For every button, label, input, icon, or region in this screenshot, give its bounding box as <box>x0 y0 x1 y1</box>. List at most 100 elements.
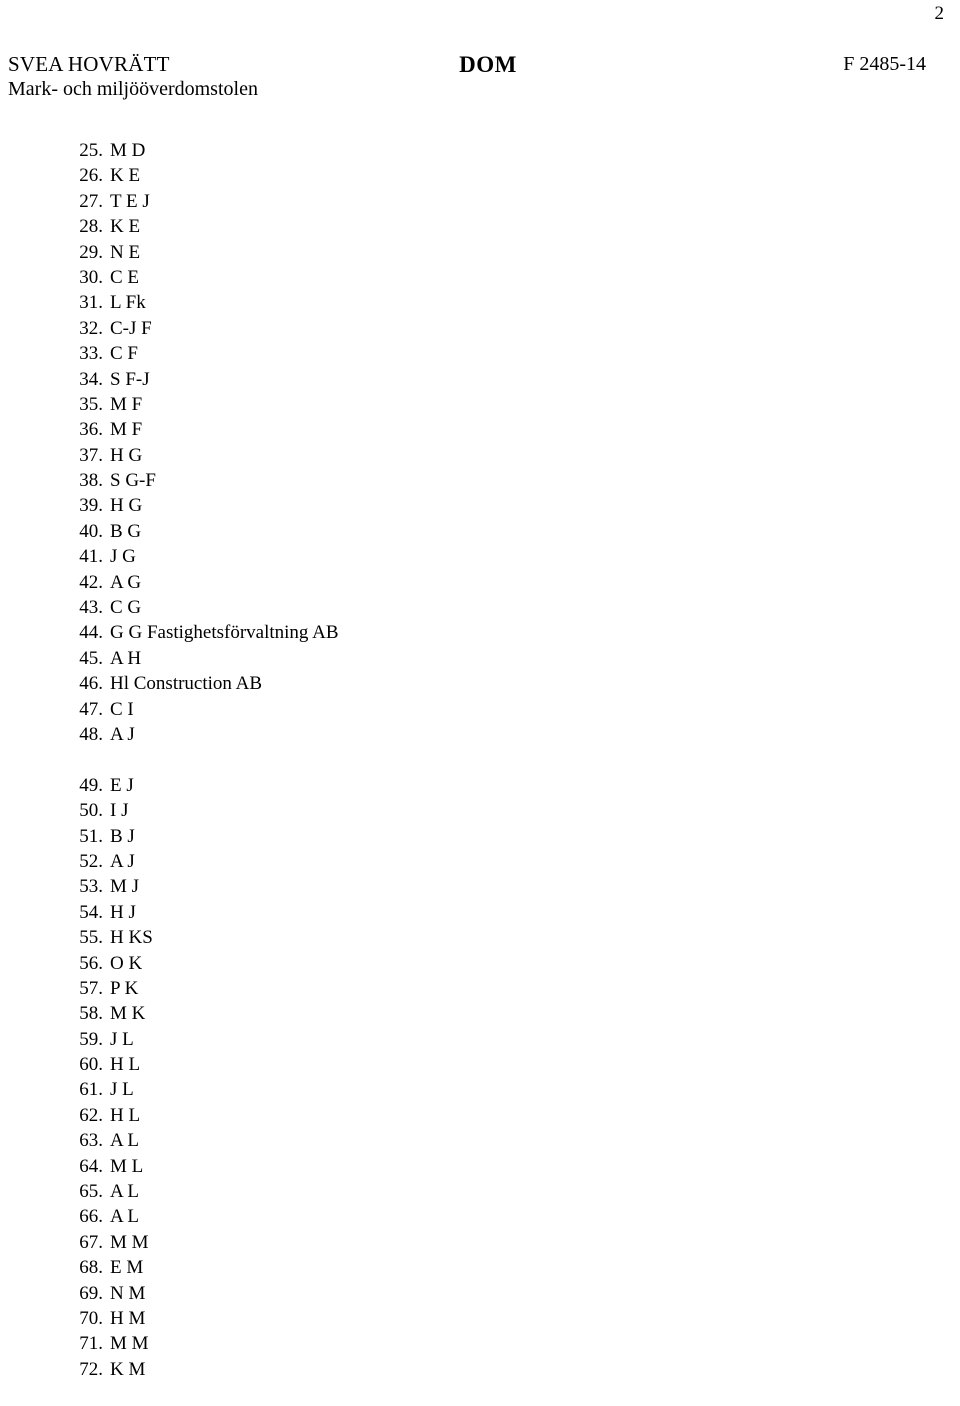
party-list-item: 46. Hl Construction AB <box>0 671 960 696</box>
party-item-name: M D <box>110 140 146 161</box>
party-item-name: K E <box>110 165 141 187</box>
party-list-item: 53. M J <box>0 874 960 899</box>
party-item-name: A L <box>110 1206 140 1228</box>
party-list-item: 67. M M <box>0 1230 960 1255</box>
party-item-number: 25. <box>79 140 103 161</box>
party-item-number: 53. <box>79 876 103 898</box>
party-item-number: 32. <box>79 317 103 339</box>
party-list-item: 52. A J <box>0 849 960 874</box>
party-item-name: K E <box>110 216 141 238</box>
party-item-number: 30. <box>79 266 103 288</box>
party-list-item: 58. M K <box>0 1001 960 1026</box>
party-list-item: 39. H G <box>0 493 960 518</box>
party-item-name: S F-J <box>110 368 150 390</box>
party-item-name: T E J <box>110 190 150 212</box>
party-list-item: 44. G G Fastighetsförvaltning AB <box>0 620 960 645</box>
party-item-name: I J <box>110 800 129 822</box>
party-item-name: B G <box>110 520 142 542</box>
party-item-number: 39. <box>79 495 103 517</box>
party-item-number: 57. <box>79 977 103 999</box>
party-item-name: N E <box>110 241 141 263</box>
party-list-item: 72. K M <box>0 1357 960 1382</box>
party-item-name: B J <box>110 825 135 847</box>
party-item-name: H KS <box>110 927 153 949</box>
party-list-item: 26. K E <box>0 163 960 188</box>
party-item-name: C-J F <box>110 317 152 339</box>
document-header: SVEA HOVRÄTT Mark- och miljööverdomstole… <box>0 52 960 108</box>
party-item-number: 68. <box>79 1257 103 1279</box>
party-item-number: 33. <box>79 343 103 365</box>
party-list-item: 66. A L <box>0 1204 960 1229</box>
party-item-number: 60. <box>79 1054 103 1076</box>
party-item-name: A G <box>110 571 142 593</box>
party-item-number: 63. <box>79 1130 103 1152</box>
party-list-item: 57. P K <box>0 976 960 1001</box>
party-list-item: 48. A J <box>0 722 960 747</box>
party-list-item: 60. H L <box>0 1052 960 1077</box>
party-item-number: 35. <box>79 393 103 415</box>
party-item-name: H G <box>110 444 143 466</box>
party-list-item: 34. S F-J <box>0 367 960 392</box>
party-list-item: 47. C I <box>0 697 960 722</box>
party-item-name: J L <box>110 1028 134 1050</box>
party-item-name: O K <box>110 952 143 974</box>
party-item-name: A L <box>110 1130 140 1152</box>
party-item-name: M F <box>110 393 143 415</box>
party-item-number: 72. <box>79 1358 103 1380</box>
party-list: 25. M D 26. K E 27. T E J 28. K E 29. N E 30. C E 31… <box>0 138 960 1382</box>
party-list-item: 45. A H <box>0 646 960 671</box>
party-item-name: H M <box>110 1307 146 1329</box>
party-list-item: 31. L Fk <box>0 290 960 315</box>
party-item-name: A L <box>110 1181 140 1203</box>
party-item-number: 42. <box>79 571 103 593</box>
party-item-number: 41. <box>79 546 103 568</box>
party-item-number: 66. <box>79 1206 103 1228</box>
court-division: Mark- och miljööverdomstolen <box>8 78 258 100</box>
party-item-number: 69. <box>79 1282 103 1304</box>
page-number: 2 <box>934 3 945 24</box>
party-item-name: Hl Construction AB <box>110 673 263 695</box>
party-item-number: 62. <box>79 1104 103 1126</box>
party-item-name: G G Fastighetsförvaltning AB <box>110 622 339 644</box>
party-list-item: 70. H M <box>0 1306 960 1331</box>
party-item-number: 50. <box>79 800 103 822</box>
party-list-item: 35. M F <box>0 392 960 417</box>
party-item-name: C F <box>110 343 138 365</box>
party-item-number: 65. <box>79 1181 103 1203</box>
party-item-number: 40. <box>79 520 103 542</box>
party-list-item: 43. C G <box>0 595 960 620</box>
party-list-item: 29. N E <box>0 240 960 265</box>
party-list-item: 33. C F <box>0 341 960 366</box>
party-item-number: 59. <box>79 1028 103 1050</box>
party-list-item: 42. A G <box>0 570 960 595</box>
party-list-item: 38. S G-F <box>0 468 960 493</box>
party-item-name: A J <box>110 723 135 745</box>
party-list-item: 56. O K <box>0 951 960 976</box>
party-list-item: 30. C E <box>0 265 960 290</box>
party-item-number: 26. <box>79 165 103 187</box>
party-item-name: H G <box>110 495 143 517</box>
party-item-name: C E <box>110 266 140 288</box>
party-item-number: 28. <box>79 216 103 238</box>
party-item-number: 71. <box>79 1333 103 1355</box>
party-item-number: 56. <box>79 952 103 974</box>
party-list-item: 69. N M <box>0 1281 960 1306</box>
case-number: F 2485-14 <box>843 53 926 75</box>
party-item-name: H L <box>110 1104 141 1126</box>
party-item-name: M M <box>110 1333 149 1355</box>
court-name: SVEA HOVRÄTT <box>8 52 170 76</box>
party-item-number: 70. <box>79 1307 103 1329</box>
party-item-number: 47. <box>79 698 103 720</box>
party-list-item: 65. A L <box>0 1179 960 1204</box>
party-item-number: 37. <box>79 444 103 466</box>
party-item-name: E J <box>110 774 134 796</box>
party-item-number: 51. <box>79 825 103 847</box>
party-item-name: C G <box>110 597 142 619</box>
party-item-number: 34. <box>79 368 103 390</box>
party-item-name: M L <box>110 1155 144 1177</box>
party-list-item: 32. C-J F <box>0 316 960 341</box>
party-item-name: M J <box>110 876 140 898</box>
party-item-name: J L <box>110 1079 134 1101</box>
party-item-name: N M <box>110 1282 146 1304</box>
party-list-item: 27. T E J <box>0 189 960 214</box>
